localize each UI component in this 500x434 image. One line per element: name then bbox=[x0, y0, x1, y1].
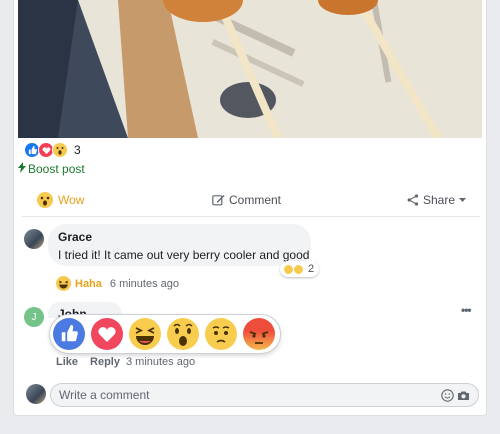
comment-meta: Like Reply 3 minutes ago bbox=[56, 356, 195, 368]
angry-icon bbox=[249, 331, 269, 344]
like-icon bbox=[61, 325, 78, 342]
camera-icon[interactable] bbox=[457, 389, 470, 402]
wow-label: Wow bbox=[58, 193, 85, 207]
comment-icon bbox=[212, 194, 225, 206]
comment-button[interactable]: Comment bbox=[212, 193, 281, 207]
love-icon bbox=[98, 327, 116, 342]
sad-icon bbox=[212, 326, 230, 343]
wow-icon bbox=[37, 192, 53, 208]
love-reaction-option[interactable] bbox=[91, 318, 123, 350]
comment-timestamp[interactable]: 6 minutes ago bbox=[110, 278, 179, 290]
chevron-down-icon bbox=[459, 197, 467, 203]
wow-icon bbox=[173, 323, 193, 346]
wow-reaction-option[interactable] bbox=[167, 318, 199, 350]
comment-reaction-count: 2 bbox=[308, 263, 315, 275]
post-photo[interactable] bbox=[18, 0, 482, 138]
avatar[interactable] bbox=[26, 384, 46, 404]
comment-input[interactable] bbox=[59, 388, 438, 402]
wow-icon bbox=[293, 263, 304, 275]
share-button[interactable]: Share bbox=[407, 193, 467, 207]
reaction-picker bbox=[49, 314, 281, 354]
more-icon[interactable]: ••• bbox=[461, 303, 472, 317]
post-reaction-summary[interactable]: 3 bbox=[24, 141, 81, 159]
haha-icon bbox=[135, 327, 155, 345]
comment-text: I tried it! It came out very berry coole… bbox=[58, 248, 310, 262]
wow-icon bbox=[52, 142, 68, 158]
like-comment-link[interactable]: Like bbox=[56, 356, 78, 368]
boost-post-label: Boost post bbox=[28, 162, 85, 176]
haha-reaction-button[interactable]: Haha bbox=[56, 276, 102, 291]
like-reaction-option[interactable] bbox=[53, 318, 85, 350]
haha-icon bbox=[56, 276, 71, 291]
share-label: Share bbox=[423, 193, 456, 207]
post-card: 3 Boost post Wow Comment Share Grace I t… bbox=[13, 0, 487, 416]
emoji-icon[interactable] bbox=[441, 388, 454, 402]
comment-meta: Haha 6 minutes ago bbox=[56, 276, 179, 291]
share-icon bbox=[407, 194, 419, 206]
divider bbox=[22, 216, 480, 217]
reply-comment-link[interactable]: Reply bbox=[90, 356, 120, 368]
reaction-count[interactable]: 3 bbox=[74, 143, 81, 157]
avatar[interactable] bbox=[24, 229, 44, 249]
avatar[interactable]: J bbox=[24, 307, 44, 327]
avatar-initial: J bbox=[31, 311, 37, 323]
comment-author[interactable]: Grace bbox=[58, 230, 301, 244]
sad-reaction-option[interactable] bbox=[205, 318, 237, 350]
bolt-icon bbox=[18, 162, 26, 176]
angry-reaction-option[interactable] bbox=[243, 318, 275, 350]
comment-reaction-summary[interactable]: 2 bbox=[280, 261, 320, 277]
boost-post-link[interactable]: Boost post bbox=[18, 162, 85, 176]
wow-reaction-button[interactable]: Wow bbox=[37, 192, 84, 208]
comment-bubble: Grace I tried it! It came out very berry… bbox=[48, 224, 311, 266]
haha-reaction-option[interactable] bbox=[129, 318, 161, 350]
comment-label: Comment bbox=[229, 193, 282, 207]
post-actions-bar: Wow Comment Share bbox=[14, 188, 488, 212]
haha-label: Haha bbox=[75, 277, 102, 290]
comment-composer bbox=[50, 383, 479, 407]
comment-timestamp[interactable]: 3 minutes ago bbox=[126, 356, 195, 368]
